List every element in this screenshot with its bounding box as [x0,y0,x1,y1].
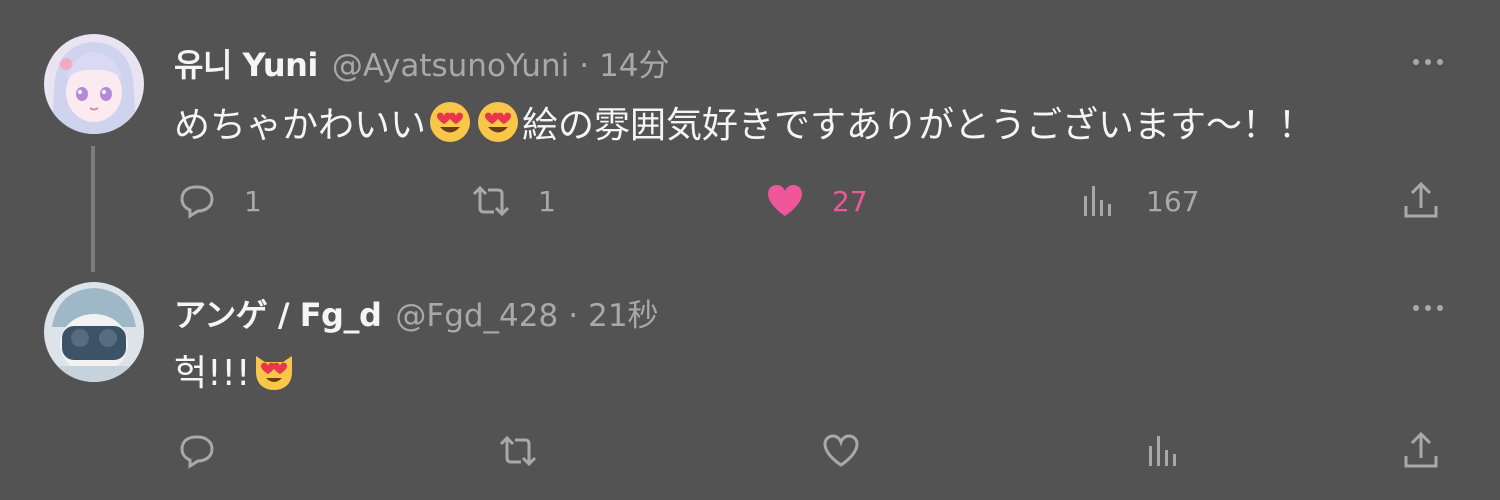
separator: · [568,298,579,334]
views-button[interactable] [1143,426,1211,476]
user-handle[interactable]: @Fgd_428 [395,298,558,334]
views-chart-icon [1084,186,1111,216]
like-button[interactable]: 27 [764,176,868,226]
retweet-button[interactable] [497,426,565,476]
more-dot-icon [1437,59,1443,65]
heart-eyes-emoji-icon [478,102,519,142]
reply-button[interactable] [176,426,244,476]
action-bar [0,426,1500,476]
display-name[interactable]: アンゲ / Fg_d [174,290,382,336]
tweet-text-part: 헉!!! [174,353,251,394]
separator: · [579,48,590,84]
more-dot-icon [1437,305,1443,311]
tweet-header: アンゲ / Fg_d @Fgd_428 · 21秒 [174,290,659,336]
tweet[interactable]: 유니 Yuni @AyatsunoYuni · 14分 めちゃかわいい 絵の雰囲… [0,0,1500,272]
views-button[interactable]: 167 [1078,176,1199,226]
tweet-header: 유니 Yuni @AyatsunoYuni · 14分 [174,40,670,86]
tweet-text-part: めちゃかわいい [174,105,427,146]
reply-count: 1 [244,184,262,218]
reply-icon [180,435,214,469]
heart-eyes-emoji-icon [430,102,471,142]
more-dot-icon [1425,305,1431,311]
more-dot-icon [1413,59,1419,65]
views-chart-icon [1149,436,1176,466]
retweet-icon [499,435,537,467]
user-handle[interactable]: @AyatsunoYuni [332,48,569,84]
view-count: 167 [1146,184,1200,218]
more-options-button[interactable] [1408,52,1448,72]
retweet-count: 1 [538,184,556,218]
share-icon [1404,431,1438,468]
heart-eyes-cat-emoji-icon [256,356,293,390]
retweet-icon [472,185,510,217]
timestamp[interactable]: 14分 [599,40,669,85]
tweet-text: 헉!!! [174,344,298,396]
heart-filled-icon [768,185,802,216]
more-dot-icon [1413,305,1419,311]
share-button[interactable] [1400,426,1442,476]
tweet[interactable]: アンゲ / Fg_d @Fgd_428 · 21秒 헉!!! [0,270,1500,500]
share-icon [1404,181,1438,218]
more-dot-icon [1425,59,1431,65]
tweet-text-part: 絵の雰囲気好きですありがとうございます～！！ [522,105,1315,146]
display-name[interactable]: 유니 Yuni [174,40,318,86]
action-bar: 1 1 27 167 [0,176,1500,226]
tweet-text: めちゃかわいい 絵の雰囲気好きですありがとうございます～！！ [174,96,1314,148]
retweet-button[interactable]: 1 [470,176,556,226]
avatar[interactable] [44,282,144,382]
timestamp[interactable]: 21秒 [588,290,658,335]
reply-icon [180,185,214,219]
avatar[interactable] [44,34,144,134]
like-button[interactable] [820,426,888,476]
share-button[interactable] [1400,176,1442,226]
reply-button[interactable]: 1 [176,176,262,226]
more-options-button[interactable] [1408,298,1448,318]
like-count: 27 [832,184,868,218]
heart-outline-icon [823,434,859,467]
